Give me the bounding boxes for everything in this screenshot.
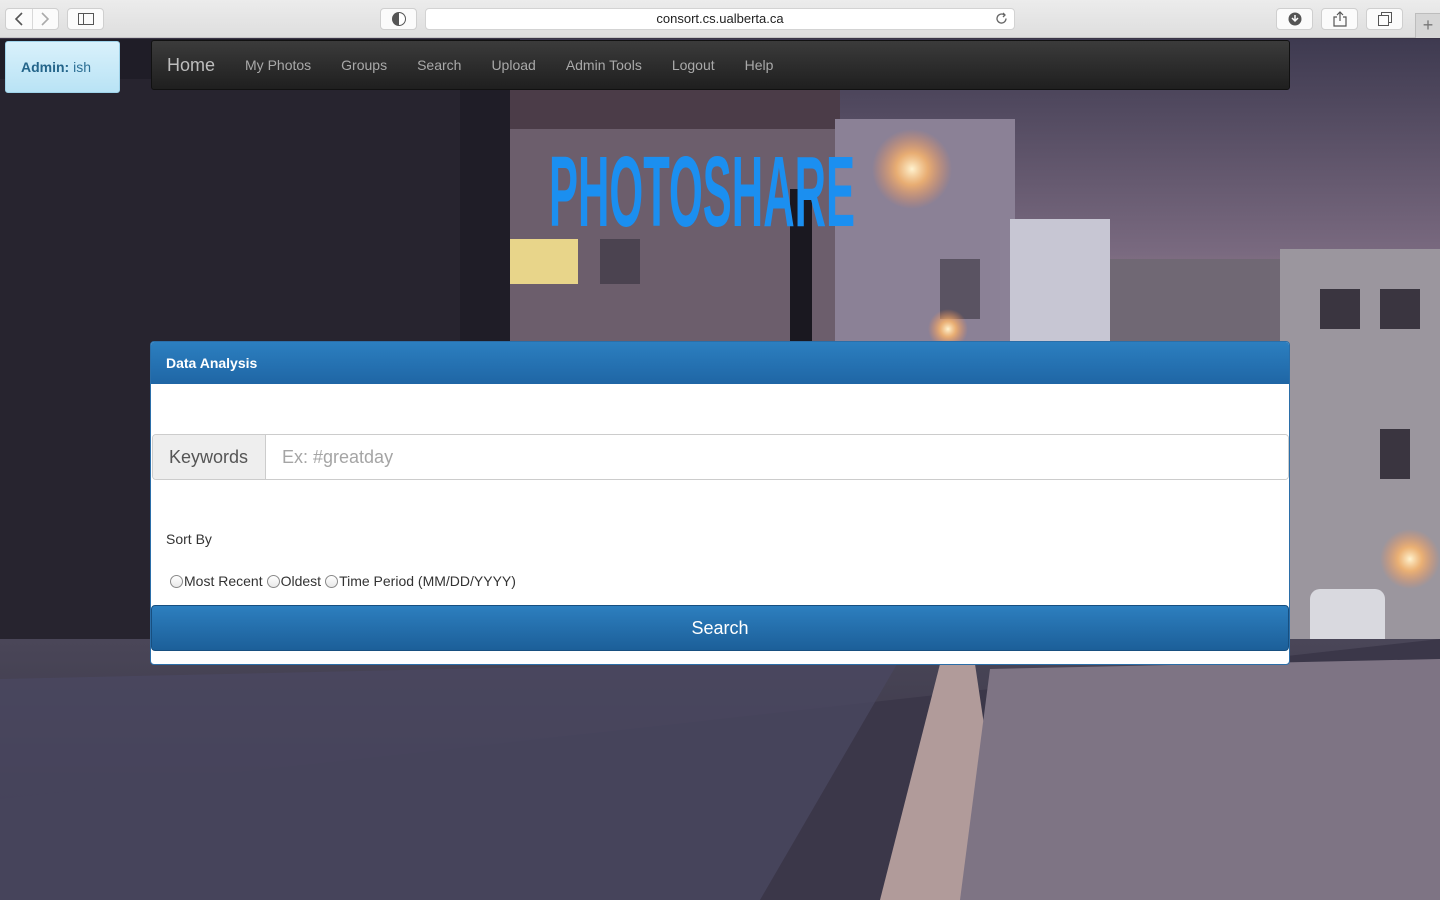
download-icon[interactable] (1276, 8, 1313, 30)
address-bar[interactable]: consort.cs.ualberta.ca (425, 8, 1015, 30)
back-icon[interactable] (6, 9, 32, 29)
share-icon[interactable] (1321, 8, 1358, 30)
nav-help[interactable]: Help (745, 57, 774, 73)
reload-icon[interactable] (995, 12, 1008, 25)
history-buttons (5, 8, 59, 30)
keywords-input-group: Keywords (152, 434, 1289, 480)
panel-title: Data Analysis (151, 342, 1289, 384)
nav-my-photos[interactable]: My Photos (245, 57, 311, 73)
nav-logout[interactable]: Logout (672, 57, 715, 73)
sort-by-label: Sort By (166, 531, 212, 547)
privacy-icon[interactable] (380, 8, 417, 30)
keywords-label: Keywords (153, 435, 266, 479)
url-text: consort.cs.ualberta.ca (656, 11, 784, 26)
oldest-label[interactable]: Oldest (281, 573, 321, 589)
sidebar-icon[interactable] (67, 8, 104, 30)
most-recent-label[interactable]: Most Recent (184, 573, 263, 589)
nav-groups[interactable]: Groups (341, 57, 387, 73)
admin-badge: Admin: ish (5, 41, 120, 93)
nav-upload[interactable]: Upload (491, 57, 535, 73)
photoshare-logo: PHOTOSHARE (549, 140, 855, 235)
search-button[interactable]: Search (151, 605, 1289, 651)
new-tab-icon[interactable]: + (1415, 13, 1440, 38)
sort-options: Most Recent Oldest Time Period (MM/DD/YY… (170, 573, 520, 589)
admin-label: Admin: (21, 59, 70, 75)
keywords-input[interactable] (266, 435, 1288, 479)
time-period-label[interactable]: Time Period (MM/DD/YYYY) (339, 573, 516, 589)
most-recent-radio[interactable] (170, 574, 183, 588)
nav-admin-tools[interactable]: Admin Tools (566, 57, 642, 73)
oldest-radio[interactable] (266, 574, 280, 588)
nav-home[interactable]: Home (167, 55, 215, 76)
data-analysis-panel: Data Analysis Keywords Sort By Most Rece… (150, 341, 1290, 665)
tabs-icon[interactable] (1366, 8, 1403, 30)
forward-icon[interactable] (31, 9, 58, 29)
main-navbar: Home My Photos Groups Search Upload Admi… (151, 40, 1290, 90)
nav-search[interactable]: Search (417, 57, 461, 73)
time-period-radio[interactable] (325, 574, 339, 588)
logo-text: PHOTOSHARE (549, 140, 855, 235)
browser-toolbar: consort.cs.ualberta.ca + (0, 0, 1440, 38)
admin-username: ish (73, 59, 92, 75)
